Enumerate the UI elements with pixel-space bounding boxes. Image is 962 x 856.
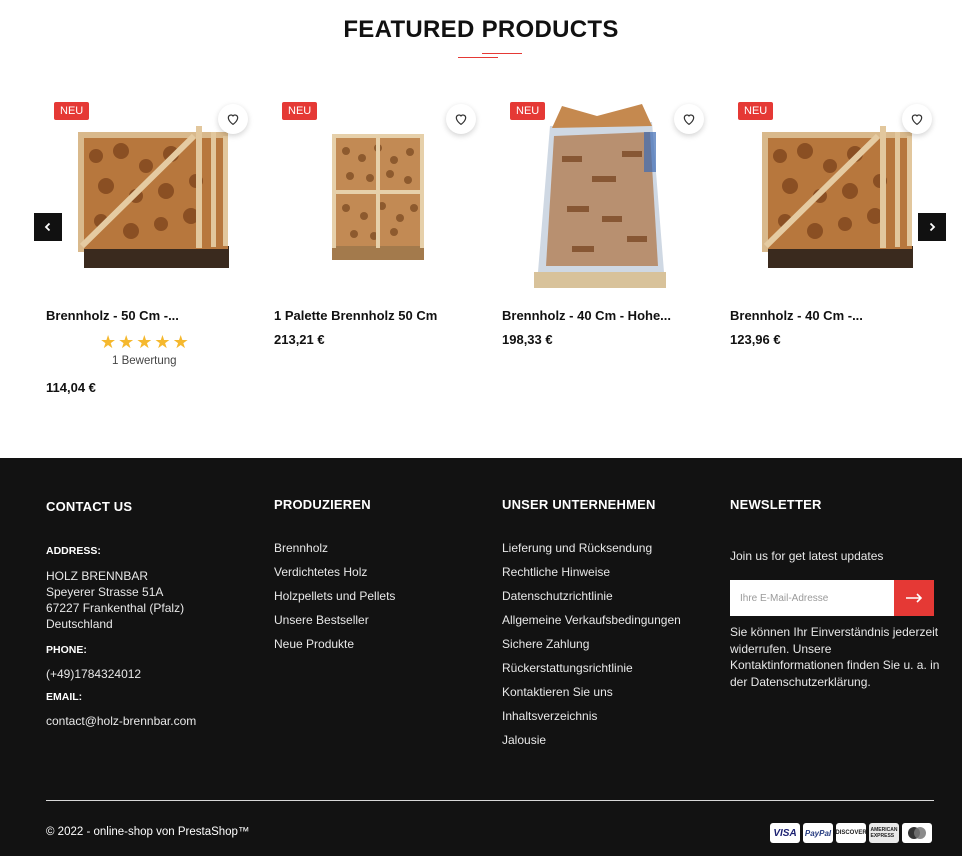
product-name[interactable]: Brennholz - 40 Cm - Hohe... [502,308,671,323]
footer-link-jalousie[interactable]: Jalousie [502,733,546,747]
newsletter-email-input[interactable] [730,580,894,616]
copyright-text: © 2022 - online-shop von PrestaShop™ [46,826,250,838]
newsletter-column: NEWSLETTER Join us for get latest update… [730,497,939,689]
footer-link-datenschutz[interactable]: Datenschutzrichtlinie [502,589,613,603]
footer-link-lieferung[interactable]: Lieferung und Rücksendung [502,541,652,555]
footer-link-neue-produkte[interactable]: Neue Produkte [274,637,354,651]
footer-link-verdichtetes-holz[interactable]: Verdichtetes Holz [274,565,367,579]
firewood-crate-image [78,126,229,268]
firewood-crate-image [762,126,913,268]
address-line: Deutschland [46,617,113,631]
product-card[interactable]: NEU Brennholz - 50 Cm -... ★ ★ ★ ★ ★ 1 Bewer… [46,96,248,395]
address-line: HOLZ BRENNBAR [46,569,149,583]
section-title: FEATURED PRODUCTS [343,16,619,43]
footer-link-bestseller[interactable]: Unsere Bestseller [274,613,369,627]
wishlist-button[interactable] [446,104,476,134]
contact-title: CONTACT US [46,499,133,514]
newsletter-submit-button[interactable] [894,580,934,616]
newsletter-title: NEWSLETTER [730,497,822,512]
address-line: Speyerer Strasse 51A [46,585,164,599]
star-icon: ★ [136,332,153,352]
product-price: 114,04 € [46,380,96,395]
newsletter-intro: Join us for get latest updates [730,549,884,563]
phone-link[interactable]: (+49)1784324012 [46,667,141,681]
unternehmen-column: UNSER UNTERNEHMEN Lieferung und Rücksend… [502,497,681,747]
rating-stars: ★ ★ ★ ★ ★ [100,333,189,351]
product-name[interactable]: Brennholz - 50 Cm -... [46,308,179,323]
arrow-right-icon [906,593,923,603]
produzieren-column: PRODUZIEREN Brennholz Verdichtetes Holz … [274,497,395,651]
product-card[interactable]: NEU Brennholz - 40 Cm - Hohe... 198,33 € [502,96,704,347]
product-name[interactable]: Brennholz - 40 Cm -... [730,308,863,323]
review-count: 1 Bewertung [112,355,177,367]
payment-methods: VISA PayPal DISCOVER AMERICAN EXPRESS [770,823,932,843]
product-card[interactable]: NEU 1 Palette Brennholz 50 Cm 213,21 € [274,96,476,347]
product-card[interactable]: NEU Brennholz - 40 Cm -... 123,96 € [730,96,932,347]
new-badge: NEU [54,102,90,120]
footer-link-rueckerstattung[interactable]: Rückerstattungsrichtlinie [502,661,633,675]
firewood-bag-image [534,104,666,288]
heart-icon [911,114,923,126]
footer-link-inhaltsverzeichnis[interactable]: Inhaltsverzeichnis [502,709,597,723]
discover-icon: DISCOVER [835,823,867,843]
footer-link-rechtliche-hinweise[interactable]: Rechtliche Hinweise [502,565,610,579]
wishlist-button[interactable] [902,104,932,134]
newsletter-note: Sie können Ihr Einverständnis jederzeit … [730,625,940,689]
star-icon: ★ [172,332,189,352]
site-footer: CONTACT US ADDRESS: HOLZ BRENNBAR Speyer… [0,458,962,856]
heart-icon [227,114,239,126]
new-badge: NEU [510,102,546,120]
footer-link-kontakt[interactable]: Kontaktieren Sie uns [502,685,613,699]
produzieren-title: PRODUZIEREN [274,497,371,512]
footer-link-sichere-zahlung[interactable]: Sichere Zahlung [502,637,589,651]
product-price: 198,33 € [502,332,553,347]
email-link[interactable]: contact@holz-brennbar.com [46,714,196,728]
phone-label: PHONE: [46,644,87,656]
heart-icon [683,114,695,126]
address-line: 67227 Frankenthal (Pfalz) [46,601,185,615]
star-icon: ★ [154,332,171,352]
address-label: ADDRESS: [46,545,101,557]
product-price: 213,21 € [274,332,325,347]
footer-link-brennholz[interactable]: Brennholz [274,541,328,555]
footer-link-agb[interactable]: Allgemeine Verkaufsbedingungen [502,613,681,627]
product-price: 123,96 € [730,332,781,347]
product-image[interactable]: NEU [730,96,932,296]
mastercard-icon [902,823,932,843]
email-label: EMAIL: [46,691,83,703]
wishlist-button[interactable] [218,104,248,134]
newsletter-form [730,580,934,616]
amex-icon: AMERICAN EXPRESS [869,823,899,843]
product-image[interactable]: NEU [502,96,704,296]
address-block: HOLZ BRENNBAR Speyerer Strasse 51A 67227… [46,568,246,632]
star-icon: ★ [118,332,135,352]
product-name[interactable]: 1 Palette Brennholz 50 Cm [274,308,437,323]
new-badge: NEU [738,102,774,120]
product-image[interactable]: NEU [46,96,248,296]
featured-products-section: FEATURED PRODUCTS NEU Brennholz - 50 Cm … [0,0,962,458]
firewood-pallet-image [332,134,424,260]
star-icon: ★ [100,332,117,352]
wishlist-button[interactable] [674,104,704,134]
unternehmen-title: UNSER UNTERNEHMEN [502,497,656,512]
contact-column: CONTACT US ADDRESS: HOLZ BRENNBAR Speyer… [46,499,196,728]
new-badge: NEU [282,102,318,120]
footer-divider [46,800,934,801]
visa-icon: VISA [770,823,800,843]
paypal-icon: PayPal [803,823,833,843]
footer-link-holzpellets[interactable]: Holzpellets und Pellets [274,589,395,603]
title-underline [458,53,522,59]
product-image[interactable]: NEU [274,96,476,296]
heart-icon [455,114,467,126]
